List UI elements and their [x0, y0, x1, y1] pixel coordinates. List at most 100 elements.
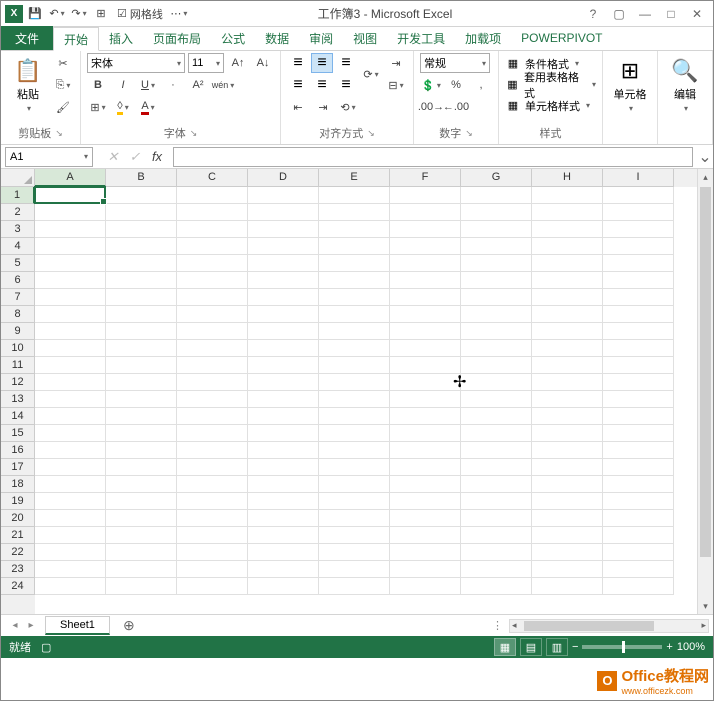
cells-button[interactable]: ⊞ 单元格 ▾ [609, 53, 651, 117]
row-header[interactable]: 15 [1, 425, 35, 442]
cell[interactable] [532, 272, 603, 289]
increase-decimal-button[interactable]: .00→ [420, 97, 442, 117]
cell[interactable] [319, 289, 390, 306]
cell[interactable] [177, 544, 248, 561]
grow-font-button[interactable]: A↑ [227, 53, 249, 73]
cell[interactable] [532, 493, 603, 510]
dialog-launcher-icon[interactable]: ↘ [55, 128, 63, 139]
cell[interactable] [177, 561, 248, 578]
align-middle-button[interactable]: ≡ [311, 53, 333, 73]
cell[interactable] [390, 238, 461, 255]
cell[interactable] [390, 425, 461, 442]
row-header[interactable]: 3 [1, 221, 35, 238]
vertical-scrollbar[interactable]: ▴ ▾ [697, 169, 713, 614]
cell[interactable] [390, 357, 461, 374]
cell[interactable] [461, 187, 532, 204]
fill-color-button[interactable]: ◊▾ [112, 97, 134, 117]
cell[interactable] [390, 578, 461, 595]
zoom-out-button[interactable]: − [572, 641, 578, 653]
cell[interactable] [177, 323, 248, 340]
cell[interactable] [319, 306, 390, 323]
cell[interactable] [248, 408, 319, 425]
ribbon-options-button[interactable]: ▢ [607, 4, 631, 24]
cell[interactable] [532, 374, 603, 391]
cell[interactable] [603, 510, 674, 527]
row-header[interactable]: 8 [1, 306, 35, 323]
cell[interactable] [35, 459, 106, 476]
cell[interactable] [603, 374, 674, 391]
align-right-button[interactable]: ≡ [335, 75, 357, 95]
cell[interactable] [532, 340, 603, 357]
cell[interactable] [532, 255, 603, 272]
cell[interactable] [461, 442, 532, 459]
cell[interactable] [390, 374, 461, 391]
row-header[interactable]: 2 [1, 204, 35, 221]
cell[interactable] [390, 340, 461, 357]
cell[interactable] [106, 238, 177, 255]
cell[interactable] [248, 578, 319, 595]
col-header[interactable]: A [35, 169, 106, 187]
cell[interactable] [319, 238, 390, 255]
shrink-font-button[interactable]: A↓ [252, 53, 274, 73]
border-button[interactable]: ⊞▾ [87, 97, 109, 117]
cell[interactable] [461, 357, 532, 374]
font-name-select[interactable]: 宋体▾ [87, 53, 185, 73]
cell[interactable] [35, 425, 106, 442]
cell[interactable] [319, 272, 390, 289]
col-header[interactable]: G [461, 169, 532, 187]
formula-input[interactable] [173, 147, 693, 167]
cell[interactable] [319, 442, 390, 459]
zoom-percent[interactable]: 100% [677, 641, 705, 653]
cell[interactable] [106, 459, 177, 476]
cell[interactable] [106, 255, 177, 272]
cell[interactable] [390, 221, 461, 238]
col-header[interactable]: D [248, 169, 319, 187]
row-header[interactable]: 17 [1, 459, 35, 476]
cell[interactable] [106, 340, 177, 357]
row-header[interactable]: 5 [1, 255, 35, 272]
cell[interactable] [319, 459, 390, 476]
page-layout-view-button[interactable]: ▤ [520, 638, 542, 656]
row-header[interactable]: 4 [1, 238, 35, 255]
cell[interactable] [248, 306, 319, 323]
cell[interactable] [319, 255, 390, 272]
cell[interactable] [106, 527, 177, 544]
cell[interactable] [390, 272, 461, 289]
underline-button[interactable]: U▾ [137, 75, 159, 95]
cell[interactable] [532, 221, 603, 238]
cell[interactable] [603, 408, 674, 425]
save-button[interactable]: 💾 [25, 4, 45, 24]
cell[interactable] [603, 221, 674, 238]
row-header[interactable]: 12 [1, 374, 35, 391]
cell[interactable] [461, 561, 532, 578]
cell[interactable] [248, 221, 319, 238]
cell[interactable] [106, 425, 177, 442]
cell[interactable] [106, 323, 177, 340]
sheet-nav-prev[interactable]: ◂ [7, 618, 23, 634]
cell[interactable] [319, 527, 390, 544]
cell[interactable] [106, 578, 177, 595]
cell[interactable] [248, 187, 319, 204]
cell[interactable] [319, 578, 390, 595]
undo-button[interactable]: ↶▾ [47, 4, 67, 24]
cell[interactable] [106, 391, 177, 408]
cell[interactable] [248, 459, 319, 476]
cell[interactable] [461, 493, 532, 510]
cell[interactable] [603, 391, 674, 408]
cell[interactable] [106, 306, 177, 323]
cell[interactable] [35, 442, 106, 459]
row-header[interactable]: 11 [1, 357, 35, 374]
borders-qat-button[interactable]: ⊞ [91, 4, 111, 24]
hscroll-thumb[interactable] [524, 621, 654, 631]
cell[interactable] [106, 476, 177, 493]
cell[interactable] [106, 272, 177, 289]
phonetic-button[interactable]: wén▾ [212, 75, 234, 95]
tab-view[interactable]: 视图 [343, 26, 387, 50]
expand-formula-button[interactable]: ⌄ [697, 147, 713, 167]
cell[interactable] [106, 204, 177, 221]
col-header[interactable]: E [319, 169, 390, 187]
cell[interactable] [319, 340, 390, 357]
cell[interactable] [35, 255, 106, 272]
cell[interactable] [461, 238, 532, 255]
cell[interactable] [603, 340, 674, 357]
